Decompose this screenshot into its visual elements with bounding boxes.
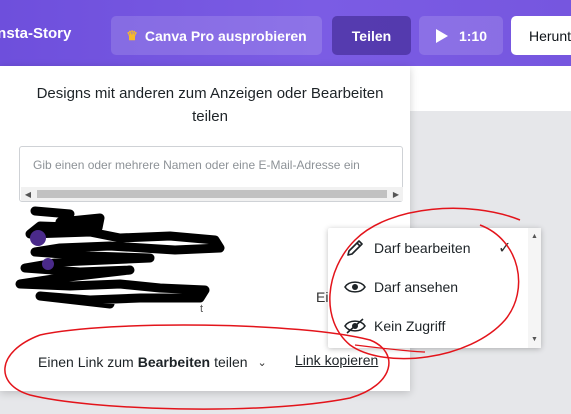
redacted-scribble [15, 206, 225, 309]
scroll-up-icon[interactable]: ▲ [528, 230, 541, 243]
scroll-right-icon[interactable]: ▶ [389, 187, 403, 201]
link-prefix: Einen Link zum [38, 354, 134, 370]
copy-link-button[interactable]: Link kopieren [295, 352, 378, 368]
present-button[interactable]: 1:10 [419, 16, 503, 55]
scroll-left-icon[interactable]: ◀ [21, 187, 35, 201]
vertical-scrollbar[interactable]: ▲ ▼ [528, 228, 541, 348]
scroll-down-icon[interactable]: ▼ [528, 333, 541, 346]
download-label: Herunterladen [529, 27, 571, 44]
share-panel-title: Designs mit anderen zum Anzeigen oder Be… [36, 85, 384, 125]
option-no-access[interactable]: Kein Zugriff [328, 307, 528, 345]
partial-text-fragment: t [200, 303, 204, 315]
design-title[interactable]: Insta-Story [0, 25, 100, 42]
chevron-down-icon[interactable]: ⌄ [258, 356, 267, 369]
option-label: Darf ansehen [374, 279, 459, 295]
top-bar: Insta-Story ♛ Canva Pro ausprobieren Tei… [0, 0, 571, 66]
option-label: Darf bearbeiten [374, 240, 471, 256]
crown-icon: ♛ [126, 27, 138, 43]
pencil-icon [328, 238, 374, 258]
email-field-box[interactable]: ◀ ▶ [19, 146, 403, 202]
link-suffix: teilen [214, 354, 248, 370]
download-button[interactable]: Herunterladen [511, 16, 571, 55]
scrollbar-thumb[interactable] [37, 190, 387, 198]
link-mode: Bearbeiten [137, 354, 211, 370]
share-button[interactable]: Teilen [332, 16, 411, 55]
canva-pro-button[interactable]: ♛ Canva Pro ausprobieren [111, 16, 322, 55]
permission-dropdown: Darf bearbeiten ✓ Darf ansehen Kein Zugr… [328, 228, 541, 348]
option-can-edit[interactable]: Darf bearbeiten ✓ [328, 229, 528, 267]
editor-toolbar-strip [410, 66, 571, 111]
eye-off-icon [328, 317, 374, 335]
permission-toggle-partial[interactable]: Ei [316, 289, 328, 305]
option-label: Kein Zugriff [374, 318, 446, 334]
link-share-row[interactable]: Einen Link zum Bearbeiten teilen ⌄ [38, 352, 267, 372]
option-can-view[interactable]: Darf ansehen [328, 268, 528, 306]
canva-pro-label: Canva Pro ausprobieren [144, 27, 307, 44]
play-time: 1:10 [458, 27, 488, 44]
play-icon [435, 28, 448, 43]
check-icon: ✓ [498, 240, 512, 257]
share-label: Teilen [351, 27, 392, 44]
eye-icon [328, 279, 374, 295]
horizontal-scrollbar[interactable]: ◀ ▶ [21, 187, 403, 201]
email-field[interactable] [33, 156, 393, 174]
